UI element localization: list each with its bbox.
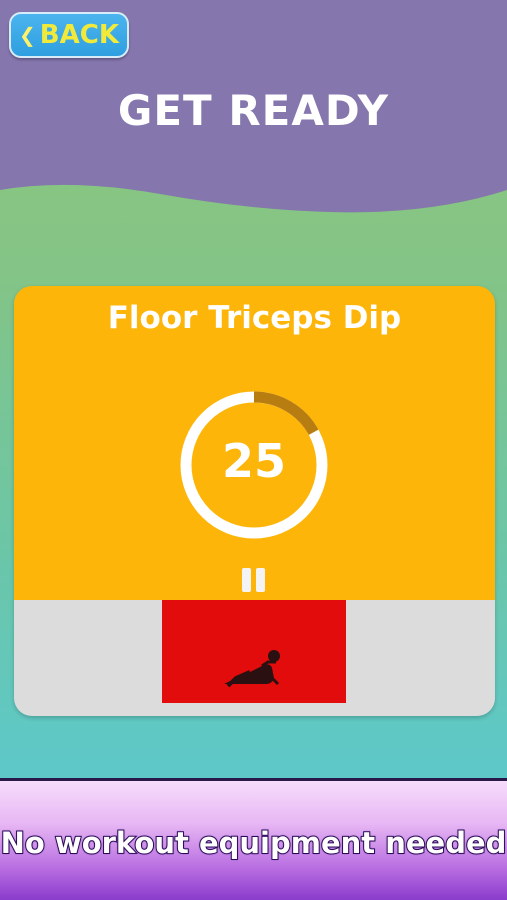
chevron-left-icon: ❮: [19, 23, 36, 47]
pause-icon: [242, 568, 251, 592]
promo-banner-text: No workout equipment needed: [0, 825, 507, 861]
exercise-illustration: [162, 600, 346, 703]
header: ❮ BACK GET READY: [0, 0, 507, 215]
countdown-number: 25: [221, 434, 286, 488]
exercise-card: Floor Triceps Dip 25: [14, 286, 495, 716]
promo-banner[interactable]: No workout equipment needed: [0, 778, 507, 900]
page-title: GET READY: [117, 86, 390, 135]
person-exercise-icon: [224, 650, 280, 688]
exercise-name: Floor Triceps Dip: [107, 300, 402, 336]
back-button[interactable]: ❮ BACK: [9, 12, 129, 58]
pause-button[interactable]: [240, 568, 268, 594]
back-button-label: BACK: [39, 20, 119, 50]
pause-icon-bar: [256, 568, 265, 592]
